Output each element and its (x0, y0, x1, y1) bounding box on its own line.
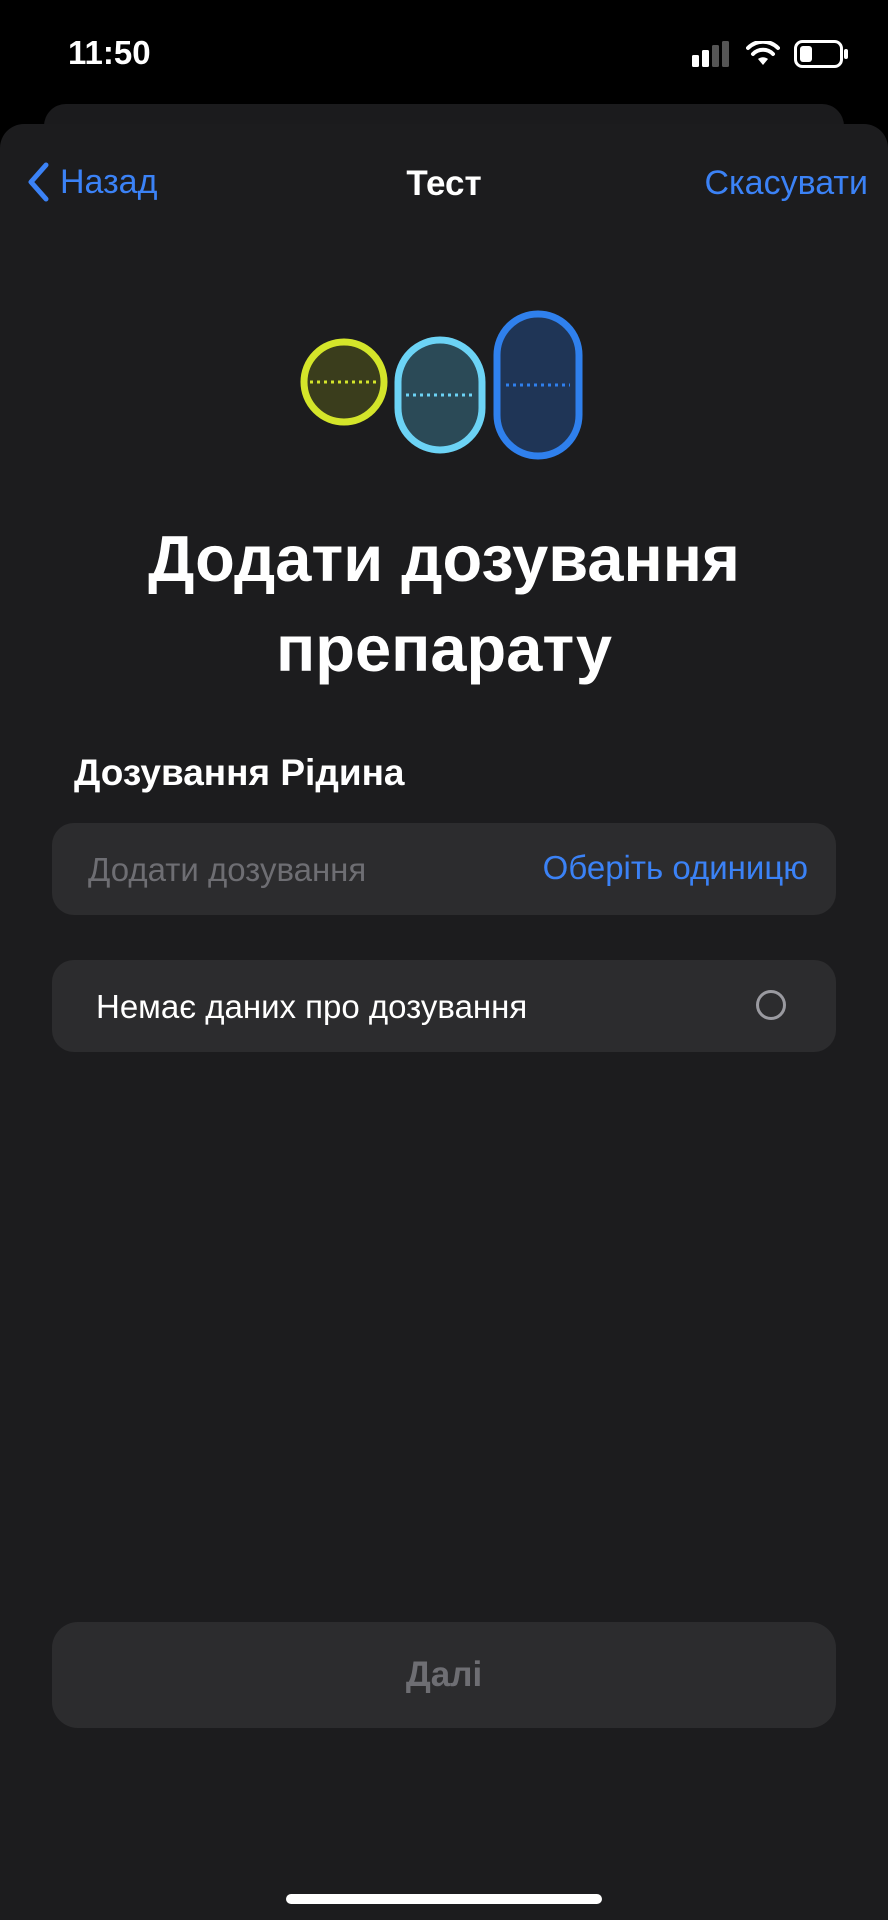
battery-icon (794, 40, 848, 68)
no-dosage-data-option[interactable]: Немає даних про дозування (52, 960, 836, 1052)
dosage-card: Оберіть одиницю (52, 823, 836, 915)
home-indicator (286, 1894, 602, 1904)
select-unit-button[interactable]: Оберіть одиницю (543, 849, 808, 887)
cellular-signal-icon (692, 41, 729, 67)
modal-sheet: Назад Тест Скасувати Додати дозування пр… (0, 124, 888, 1920)
next-button[interactable]: Далі (52, 1622, 836, 1728)
status-time: 11:50 (68, 34, 151, 71)
section-label: Дозування Рідина (74, 752, 405, 793)
page-title-line-1: Додати дозування (148, 522, 740, 595)
wifi-icon (746, 41, 780, 65)
status-icons (692, 34, 850, 74)
no-dosage-data-label: Немає даних про дозування (96, 988, 528, 1025)
cancel-button[interactable]: Скасувати (705, 164, 869, 203)
dosage-input[interactable] (86, 849, 490, 891)
page-title-line-2: препарату (276, 612, 612, 685)
page-title: Додати дозування препарату (40, 514, 848, 694)
radio-button-icon[interactable] (756, 990, 786, 1020)
status-bar: 11:50 (0, 0, 888, 110)
medication-pills-icon (300, 310, 583, 460)
